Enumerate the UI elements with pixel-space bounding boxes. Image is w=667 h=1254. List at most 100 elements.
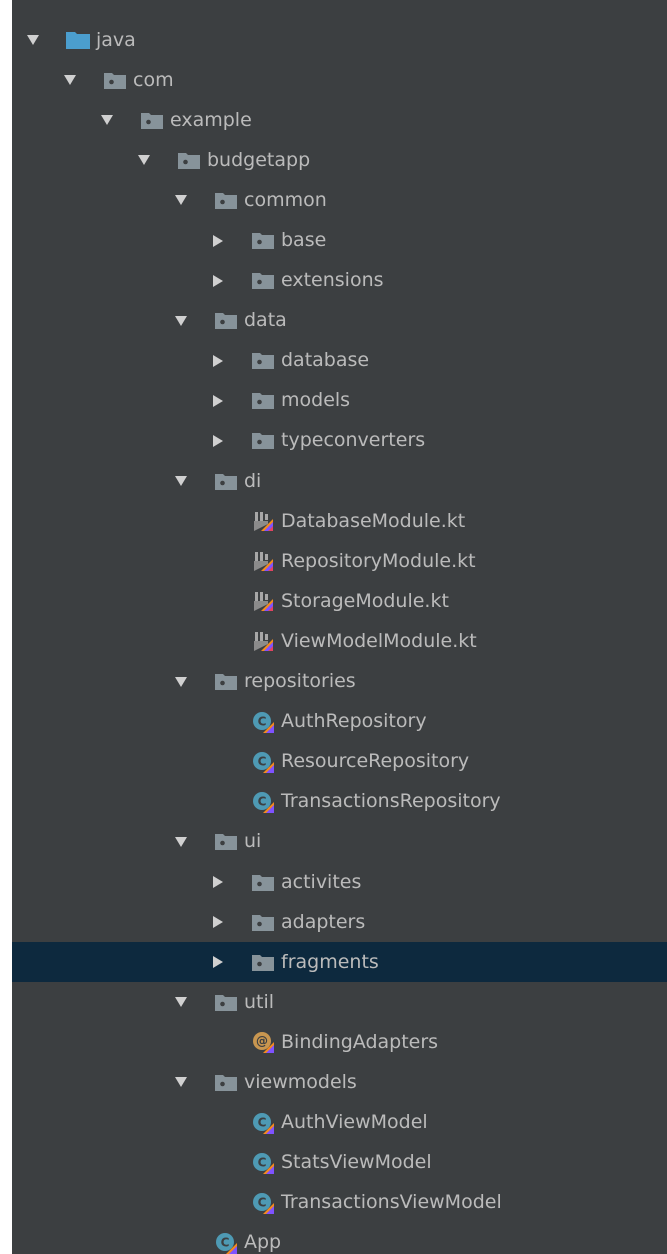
package-folder-icon — [214, 672, 238, 692]
tree-item-label: typeconverters — [281, 429, 426, 452]
tree-item-label: database — [281, 349, 370, 372]
tree-item-ui[interactable]: ui — [12, 822, 667, 862]
svg-text:C: C — [258, 1115, 267, 1129]
tree-item-database[interactable]: database — [12, 341, 667, 381]
tree-item-storagemodule-kt[interactable]: StorageModule.kt — [12, 581, 667, 621]
expand-arrow-down-icon[interactable] — [137, 153, 151, 167]
tree-item-label: common — [244, 188, 327, 211]
tree-item-activites[interactable]: activites — [12, 862, 667, 902]
package-folder-icon — [251, 952, 275, 972]
tree-item-data[interactable]: data — [12, 301, 667, 341]
tree-item-label: ui — [244, 830, 262, 853]
svg-text:C: C — [258, 1155, 267, 1169]
tree-item-adapters[interactable]: adapters — [12, 902, 667, 942]
tree-item-label: TransactionsViewModel — [281, 1191, 502, 1214]
expand-arrow-down-icon[interactable] — [174, 1075, 188, 1089]
tree-item-java[interactable]: java — [12, 20, 667, 60]
tree-item-label: ViewModelModule.kt — [281, 629, 477, 652]
tree-item-label: RepositoryModule.kt — [281, 549, 476, 572]
tree-item-authviewmodel[interactable]: C AuthViewModel — [12, 1103, 667, 1143]
expand-arrow-down-icon[interactable] — [174, 314, 188, 328]
collapse-arrow-right-icon[interactable] — [211, 434, 225, 448]
tree-item-label: ResourceRepository — [281, 750, 470, 773]
tree-item-models[interactable]: models — [12, 381, 667, 421]
package-folder-icon — [251, 271, 275, 291]
collapse-arrow-right-icon[interactable] — [211, 875, 225, 889]
package-folder-icon — [251, 231, 275, 251]
tree-item-util[interactable]: util — [12, 982, 667, 1022]
collapse-arrow-right-icon[interactable] — [211, 915, 225, 929]
tree-item-repositories[interactable]: repositories — [12, 662, 667, 702]
tree-item-repositorymodule-kt[interactable]: RepositoryModule.kt — [12, 541, 667, 581]
tree-item-label: activites — [281, 870, 362, 893]
svg-text:C: C — [258, 1195, 267, 1209]
package-folder-icon — [103, 70, 127, 90]
expand-arrow-down-icon[interactable] — [174, 995, 188, 1009]
collapse-arrow-right-icon[interactable] — [211, 234, 225, 248]
package-folder-icon — [251, 872, 275, 892]
tree-item-bindingadapters[interactable]: @ BindingAdapters — [12, 1022, 667, 1062]
kotlin-class-icon: C — [251, 711, 275, 733]
kotlin-class-icon: C — [214, 1232, 238, 1254]
collapse-arrow-right-icon[interactable] — [211, 274, 225, 288]
expand-arrow-down-icon[interactable] — [174, 474, 188, 488]
svg-text:@: @ — [256, 1034, 268, 1048]
tree-item-app[interactable]: C App — [12, 1223, 667, 1254]
tree-item-viewmodels[interactable]: viewmodels — [12, 1062, 667, 1102]
package-folder-icon — [214, 1072, 238, 1092]
kotlin-class-icon: C — [251, 1192, 275, 1214]
tree-item-label: DatabaseModule.kt — [281, 509, 466, 532]
package-folder-icon — [251, 391, 275, 411]
expand-arrow-down-icon[interactable] — [174, 675, 188, 689]
package-folder-icon — [251, 431, 275, 451]
package-folder-icon — [214, 311, 238, 331]
kotlin-file-icon — [251, 551, 275, 572]
kotlin-class-icon: C — [251, 751, 275, 773]
package-folder-icon — [251, 912, 275, 932]
kotlin-class-icon: C — [251, 791, 275, 813]
tree-item-statsviewmodel[interactable]: C StatsViewModel — [12, 1143, 667, 1183]
tree-item-example[interactable]: example — [12, 100, 667, 140]
tree-item-label: App — [244, 1231, 282, 1254]
tree-item-typeconverters[interactable]: typeconverters — [12, 421, 667, 461]
tree-item-transactionsviewmodel[interactable]: C TransactionsViewModel — [12, 1183, 667, 1223]
expand-arrow-down-icon[interactable] — [63, 73, 77, 87]
tree-item-label: java — [96, 28, 136, 51]
tree-item-label: di — [244, 469, 262, 492]
tree-item-databasemodule-kt[interactable]: DatabaseModule.kt — [12, 501, 667, 541]
tree-item-transactionsrepository[interactable]: C TransactionsRepository — [12, 782, 667, 822]
package-folder-icon — [214, 992, 238, 1012]
tree-item-label: fragments — [281, 950, 379, 973]
kotlin-file-icon — [251, 631, 275, 652]
project-tree-panel: java com example budgetapp common base extensi… — [12, 0, 667, 1254]
tree-item-authrepository[interactable]: C AuthRepository — [12, 702, 667, 742]
collapse-arrow-right-icon[interactable] — [211, 394, 225, 408]
collapse-arrow-right-icon[interactable] — [211, 955, 225, 969]
tree-item-resourcerepository[interactable]: C ResourceRepository — [12, 742, 667, 782]
tree-item-com[interactable]: com — [12, 60, 667, 100]
expand-arrow-down-icon[interactable] — [100, 113, 114, 127]
tree-item-common[interactable]: common — [12, 180, 667, 220]
package-folder-icon — [251, 351, 275, 371]
svg-text:C: C — [258, 714, 267, 728]
package-folder-icon — [214, 190, 238, 210]
tree-item-extensions[interactable]: extensions — [12, 261, 667, 301]
tree-item-base[interactable]: base — [12, 220, 667, 260]
tree-item-fragments[interactable]: fragments — [12, 942, 667, 983]
tree-item-viewmodelmodule-kt[interactable]: ViewModelModule.kt — [12, 621, 667, 661]
kotlin-annotation-icon: @ — [251, 1032, 275, 1054]
collapse-arrow-right-icon[interactable] — [211, 354, 225, 368]
tree-item-label: util — [244, 990, 275, 1013]
tree-item-label: data — [244, 309, 287, 332]
tree-item-label: AuthViewModel — [281, 1111, 428, 1134]
expand-arrow-down-icon[interactable] — [174, 835, 188, 849]
expand-arrow-down-icon[interactable] — [26, 33, 40, 47]
expand-arrow-down-icon[interactable] — [174, 193, 188, 207]
package-folder-icon — [214, 471, 238, 491]
svg-text:C: C — [221, 1235, 230, 1249]
package-folder-icon — [140, 110, 164, 130]
tree-item-label: extensions — [281, 269, 384, 292]
tree-item-label: models — [281, 389, 351, 412]
tree-item-budgetapp[interactable]: budgetapp — [12, 140, 667, 180]
tree-item-di[interactable]: di — [12, 461, 667, 501]
